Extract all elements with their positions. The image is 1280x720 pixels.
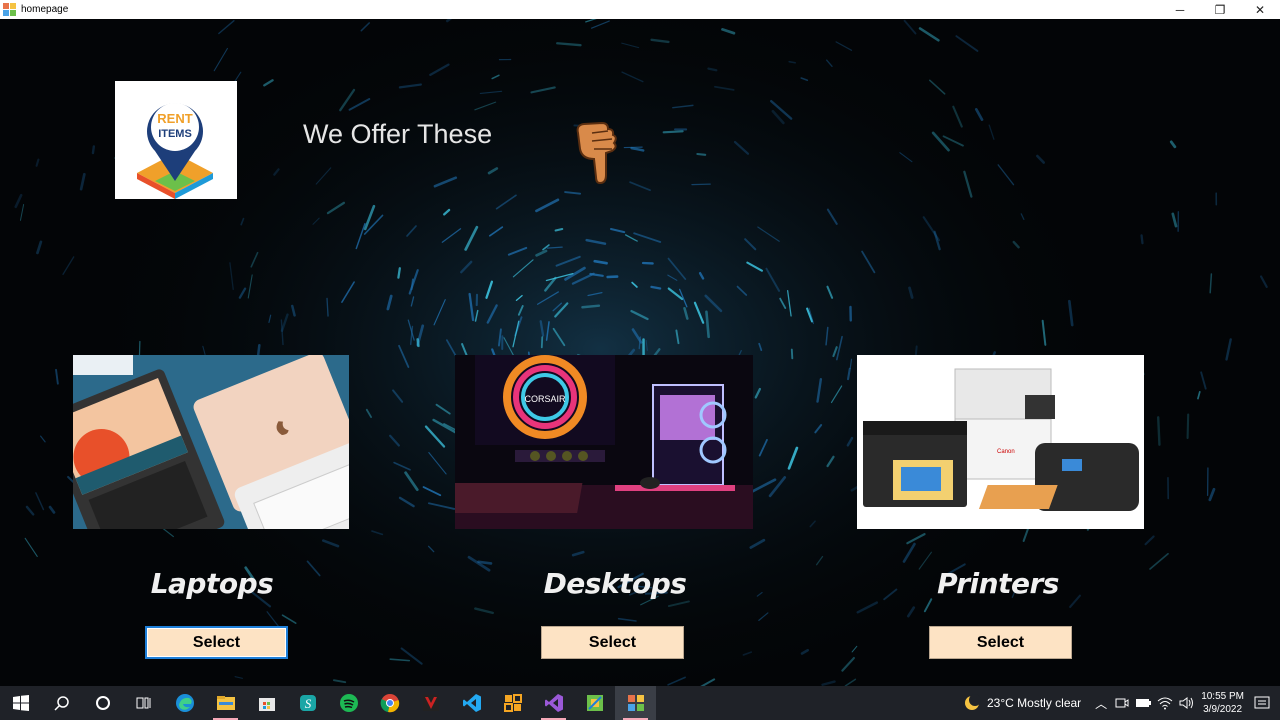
light-streak bbox=[581, 304, 601, 309]
svg-text:S: S bbox=[304, 696, 311, 711]
light-streak bbox=[1169, 140, 1177, 149]
close-button[interactable]: ✕ bbox=[1240, 0, 1280, 19]
window-title: homepage bbox=[21, 4, 69, 15]
rent-items-logo: RENT ITEMS bbox=[115, 81, 237, 199]
light-streak bbox=[213, 47, 228, 72]
search-icon[interactable] bbox=[41, 686, 82, 720]
light-streak bbox=[788, 60, 796, 64]
chevron-up-icon[interactable]: ︿ bbox=[1095, 695, 1107, 712]
light-streak bbox=[79, 172, 86, 191]
homepage-app-icon[interactable] bbox=[615, 686, 656, 720]
file-explorer-icon[interactable] bbox=[205, 686, 246, 720]
store-icon[interactable] bbox=[246, 686, 287, 720]
select-desktops-button[interactable]: Select bbox=[541, 626, 684, 659]
app-icon bbox=[3, 3, 16, 16]
light-streak bbox=[397, 267, 401, 279]
spotify-icon[interactable] bbox=[328, 686, 369, 720]
visual-studio-icon[interactable] bbox=[533, 686, 574, 720]
chrome-icon[interactable] bbox=[369, 686, 410, 720]
light-streak bbox=[918, 27, 940, 42]
light-streak bbox=[332, 679, 347, 684]
svg-text:Canon: Canon bbox=[997, 449, 1015, 455]
thumbs-down-icon bbox=[576, 121, 617, 185]
light-streak bbox=[48, 505, 56, 514]
app-s-icon[interactable]: S bbox=[287, 686, 328, 720]
light-streak bbox=[1209, 273, 1213, 294]
laptops-image bbox=[73, 355, 349, 529]
vscode-icon[interactable] bbox=[451, 686, 492, 720]
cortana-icon[interactable] bbox=[82, 686, 123, 720]
system-tray: 23°C Mostly clear ︿ 10:55 PM 3/9/2022 bbox=[963, 686, 1280, 720]
notifications-icon[interactable] bbox=[1254, 695, 1270, 711]
light-streak bbox=[1156, 416, 1161, 446]
select-laptops-button[interactable]: Select bbox=[145, 626, 288, 659]
light-streak bbox=[1186, 413, 1190, 440]
light-streak bbox=[14, 193, 23, 209]
light-streak bbox=[40, 435, 46, 443]
light-streak bbox=[62, 256, 75, 276]
volume-icon[interactable] bbox=[1179, 696, 1195, 710]
light-streak bbox=[844, 678, 857, 686]
light-streak bbox=[696, 152, 707, 156]
taskbar: S 23°C Mostly clear ︿ 10:55 PM 3/9/2022 bbox=[0, 686, 1280, 720]
homepage-form: RENT ITEMS We Offer These CORSAIR Canon … bbox=[0, 19, 1280, 686]
light-streak bbox=[707, 67, 718, 72]
weather-text[interactable]: 23°C Mostly clear bbox=[987, 696, 1081, 710]
select-printers-button[interactable]: Select bbox=[929, 626, 1072, 659]
light-streak bbox=[821, 680, 836, 686]
svg-text:RENT: RENT bbox=[157, 111, 192, 126]
clock-time: 10:55 PM bbox=[1201, 691, 1244, 702]
clock[interactable]: 10:55 PM 3/9/2022 bbox=[1201, 690, 1244, 716]
app-orange-icon[interactable] bbox=[492, 686, 533, 720]
wifi-icon[interactable] bbox=[1157, 696, 1173, 710]
weather-moon-icon[interactable] bbox=[963, 694, 981, 712]
light-streak bbox=[1225, 338, 1232, 361]
task-view-icon[interactable] bbox=[123, 686, 164, 720]
light-streak bbox=[1171, 212, 1178, 228]
light-streak bbox=[25, 505, 35, 516]
battery-icon[interactable] bbox=[1135, 697, 1152, 709]
edge-icon[interactable] bbox=[164, 686, 205, 720]
light-streak bbox=[91, 145, 96, 155]
clock-date: 3/9/2022 bbox=[1203, 704, 1243, 715]
game-icon[interactable] bbox=[410, 686, 451, 720]
light-streak bbox=[410, 278, 414, 291]
light-streak bbox=[1197, 390, 1201, 400]
laptops-label: Laptops bbox=[150, 567, 274, 600]
light-streak bbox=[1140, 234, 1144, 245]
desktops-label: Desktops bbox=[543, 567, 687, 600]
light-streak bbox=[955, 35, 979, 52]
light-streak bbox=[1144, 535, 1155, 546]
light-streak bbox=[36, 240, 43, 255]
light-streak bbox=[55, 368, 59, 385]
light-streak bbox=[662, 130, 684, 134]
light-streak bbox=[416, 338, 420, 348]
light-streak bbox=[218, 20, 235, 35]
restore-button[interactable]: ❐ bbox=[1200, 0, 1240, 19]
light-streak bbox=[903, 19, 917, 35]
light-streak bbox=[691, 183, 711, 186]
light-streak bbox=[1149, 552, 1169, 570]
light-streak bbox=[24, 537, 38, 557]
desktops-image: CORSAIR bbox=[455, 355, 753, 529]
start-icon[interactable] bbox=[0, 686, 41, 720]
meet-now-icon[interactable] bbox=[1115, 696, 1129, 710]
light-streak bbox=[234, 676, 243, 679]
light-streak bbox=[35, 158, 40, 167]
app-green-icon[interactable] bbox=[574, 686, 615, 720]
light-streak bbox=[1200, 371, 1207, 390]
svg-text:CORSAIR: CORSAIR bbox=[524, 394, 566, 404]
light-streak bbox=[35, 492, 45, 511]
title-bar: homepage ─ ❐ ✕ bbox=[0, 0, 1280, 19]
light-streak bbox=[1208, 487, 1216, 502]
light-streak bbox=[1259, 275, 1268, 288]
light-streak bbox=[554, 227, 564, 232]
minimize-button[interactable]: ─ bbox=[1160, 0, 1200, 19]
page-headline: We Offer These bbox=[303, 119, 493, 149]
printers-image: Canon bbox=[857, 355, 1144, 529]
light-streak bbox=[477, 560, 493, 565]
svg-text:ITEMS: ITEMS bbox=[158, 128, 192, 140]
printers-label: Printers bbox=[937, 567, 1059, 600]
light-streak bbox=[19, 203, 25, 221]
